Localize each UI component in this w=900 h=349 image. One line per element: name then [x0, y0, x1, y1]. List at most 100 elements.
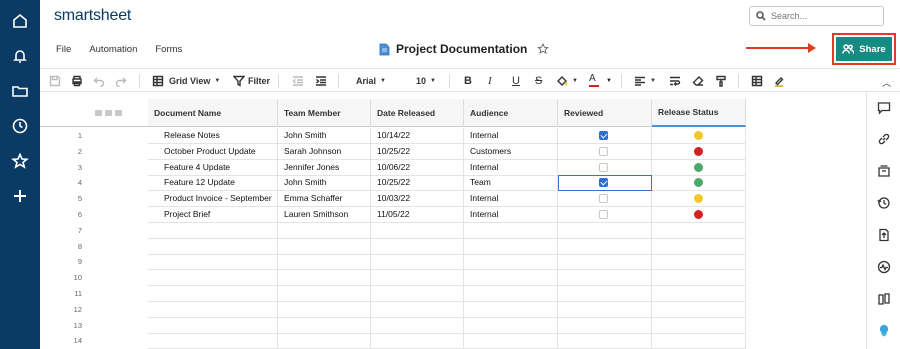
row-number[interactable]: 5 [40, 191, 82, 207]
undo-icon[interactable] [93, 74, 105, 88]
row-number[interactable]: 7 [40, 223, 82, 239]
publish-upload-icon[interactable] [877, 228, 891, 242]
cell-reviewed[interactable] [558, 286, 652, 302]
cell-audience[interactable] [464, 333, 558, 349]
cell-team-member[interactable] [278, 222, 371, 239]
cell-reviewed[interactable] [558, 333, 652, 349]
cell-date-released[interactable] [371, 222, 464, 239]
row-number[interactable]: 4 [40, 175, 82, 191]
column-header-release-status[interactable]: Release Status [652, 99, 746, 127]
reviewed-checkbox[interactable] [599, 131, 608, 140]
cell-reviewed[interactable] [558, 159, 652, 176]
cell-date-released[interactable] [371, 270, 464, 287]
cell-document-name[interactable]: Project Brief [148, 207, 278, 223]
cell-team-member[interactable]: Sarah Johnson [278, 143, 371, 160]
browse-folder-icon[interactable] [11, 82, 29, 100]
cell-document-name[interactable] [148, 254, 278, 271]
table-format-icon[interactable] [751, 74, 763, 88]
cell-date-released[interactable]: 10/06/22 [371, 159, 464, 176]
cell-release-status[interactable] [652, 333, 746, 349]
format-painter-icon[interactable] [715, 74, 727, 88]
cell-release-status[interactable] [652, 207, 746, 223]
redo-icon[interactable] [115, 74, 127, 88]
column-header-reviewed[interactable]: Reviewed [558, 99, 652, 127]
cell-date-released[interactable]: 10/25/22 [371, 175, 464, 192]
cell-team-member[interactable] [278, 254, 371, 271]
cell-reviewed[interactable] [558, 222, 652, 239]
row-number[interactable]: 10 [40, 270, 82, 286]
cell-audience[interactable]: Customers [464, 143, 558, 160]
forms-icon[interactable] [877, 292, 891, 306]
font-size-dropdown[interactable]: 10 ▼ [416, 74, 436, 88]
cell-document-name[interactable]: October Product Update [148, 143, 278, 160]
cell-date-released[interactable]: 10/03/22 [371, 191, 464, 208]
cell-audience[interactable] [464, 222, 558, 239]
cell-reviewed[interactable] [558, 317, 652, 334]
menu-automation[interactable]: Automation [89, 44, 137, 55]
cell-team-member[interactable]: Jennifer Jones [278, 159, 371, 176]
column-header-audience[interactable]: Audience [464, 99, 558, 127]
cell-document-name[interactable] [148, 238, 278, 255]
cell-date-released[interactable]: 11/05/22 [371, 207, 464, 223]
row-number[interactable]: 11 [40, 286, 82, 302]
chevron-down-icon[interactable]: ▼ [606, 78, 612, 84]
summary-pulse-icon[interactable] [877, 260, 891, 274]
cell-audience[interactable] [464, 286, 558, 302]
collapse-toolbar-chevron-up-icon[interactable]: ︿ [882, 76, 891, 89]
cell-document-name[interactable] [148, 333, 278, 349]
grid-view-dropdown[interactable]: Grid View ▼ [152, 74, 220, 88]
underline-button[interactable]: U [512, 74, 520, 88]
cell-audience[interactable] [464, 317, 558, 334]
cell-audience[interactable]: Internal [464, 159, 558, 176]
cell-reviewed[interactable] [558, 254, 652, 271]
cell-release-status[interactable] [652, 222, 746, 239]
cell-reviewed[interactable] [558, 270, 652, 287]
row-number[interactable]: 1 [40, 128, 82, 144]
cell-release-status[interactable] [652, 286, 746, 302]
row-number[interactable]: 8 [40, 239, 82, 255]
cell-audience[interactable]: Internal [464, 191, 558, 208]
row-number[interactable]: 9 [40, 254, 82, 270]
row-number[interactable]: 2 [40, 144, 82, 160]
cell-release-status[interactable] [652, 143, 746, 160]
cell-release-status[interactable] [652, 238, 746, 255]
cell-audience[interactable]: Internal [464, 128, 558, 144]
cell-document-name[interactable]: Product Invoice - September [148, 191, 278, 208]
create-plus-icon[interactable] [11, 187, 29, 205]
reviewed-checkbox[interactable] [599, 194, 608, 204]
italic-button[interactable]: I [488, 74, 492, 88]
indent-icon[interactable] [315, 74, 327, 88]
bulb-insights-icon[interactable] [877, 324, 891, 338]
align-dropdown[interactable]: ▼ [634, 74, 656, 88]
cell-audience[interactable] [464, 238, 558, 255]
reviewed-checkbox[interactable] [599, 210, 608, 219]
cell-date-released[interactable] [371, 286, 464, 302]
column-header-team-member[interactable]: Team Member [278, 99, 371, 127]
favorites-star-icon[interactable] [11, 152, 29, 170]
cell-team-member[interactable] [278, 301, 371, 318]
cell-document-name[interactable]: Release Notes [148, 128, 278, 144]
outdent-icon[interactable] [292, 74, 304, 88]
cell-date-released[interactable] [371, 238, 464, 255]
share-button[interactable]: Share [836, 37, 892, 61]
cell-team-member[interactable] [278, 286, 371, 302]
notifications-bell-icon[interactable] [11, 47, 29, 65]
cell-team-member[interactable] [278, 238, 371, 255]
home-icon[interactable] [11, 12, 29, 30]
cell-document-name[interactable] [148, 301, 278, 318]
menu-forms[interactable]: Forms [155, 44, 182, 55]
cell-team-member[interactable]: John Smith [278, 175, 371, 192]
recents-clock-icon[interactable] [11, 117, 29, 135]
bold-button[interactable]: B [464, 74, 472, 88]
cell-document-name[interactable] [148, 270, 278, 287]
cell-date-released[interactable] [371, 301, 464, 318]
cell-audience[interactable] [464, 301, 558, 318]
activity-log-icon[interactable] [877, 196, 891, 210]
cell-team-member[interactable]: Lauren Smithson [278, 207, 371, 223]
row-number[interactable]: 13 [40, 318, 82, 334]
cell-reviewed[interactable] [558, 143, 652, 160]
menu-file[interactable]: File [56, 44, 71, 55]
row-number[interactable]: 3 [40, 160, 82, 176]
cell-release-status[interactable] [652, 175, 746, 192]
cell-release-status[interactable] [652, 191, 746, 208]
